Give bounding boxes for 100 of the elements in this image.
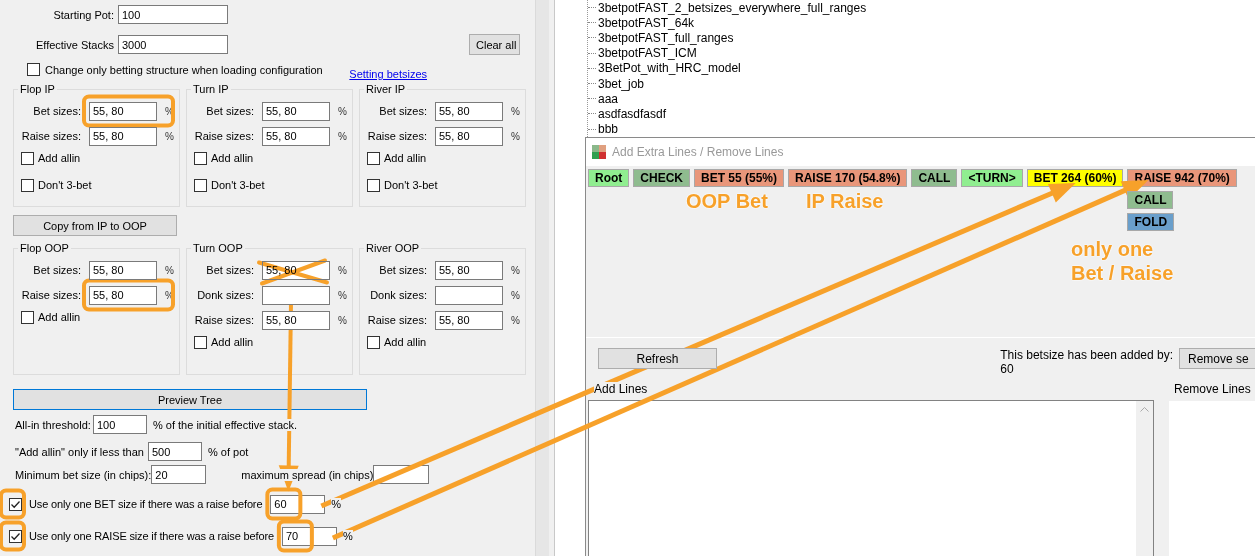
field-label: Minimum bet size (in chips): bbox=[15, 468, 152, 481]
checkbox-label: Add allin bbox=[211, 152, 254, 164]
text-field[interactable]: 3000 bbox=[118, 35, 228, 54]
tree-item[interactable]: 3betpotFAST_full_ranges bbox=[598, 30, 734, 45]
highlight-frame bbox=[265, 487, 303, 521]
text-field[interactable]: 500 bbox=[148, 442, 202, 461]
annotation-label: OOP Bet bbox=[686, 190, 768, 213]
checkbox[interactable] bbox=[21, 178, 34, 192]
text-field[interactable]: 20 bbox=[151, 465, 207, 484]
tree-item[interactable]: 3betpotFAST_2_betsizes_everywhere_full_ranges bbox=[598, 0, 867, 15]
group-title: River IP bbox=[365, 83, 407, 96]
group-title: Remove Lines bbox=[1174, 382, 1252, 396]
checkbox-label: Add allin bbox=[38, 311, 81, 323]
unit-label: % bbox=[338, 264, 347, 276]
field-label: Bet sizes: bbox=[32, 105, 82, 117]
checkbox[interactable] bbox=[367, 335, 380, 349]
info-label: This betsize has been added by: bbox=[1000, 348, 1173, 362]
text-field[interactable]: 70 bbox=[281, 526, 337, 546]
checkbox[interactable] bbox=[367, 151, 380, 165]
field-label: Bet sizes: bbox=[32, 264, 82, 276]
text-field[interactable]: 55, 80 bbox=[435, 101, 503, 121]
checkbox-label: Use only one BET size if there was a raise before bbox=[29, 498, 263, 510]
text-field[interactable]: 55, 80 bbox=[435, 310, 503, 330]
text-field[interactable] bbox=[435, 285, 503, 305]
field-label: Bet sizes: bbox=[378, 105, 428, 117]
field-label: Raise sizes: bbox=[20, 289, 82, 301]
text-field[interactable]: 55, 80 bbox=[435, 260, 503, 280]
text-field[interactable]: 55, 80 bbox=[262, 101, 330, 121]
annotation-label: only one bbox=[1071, 238, 1154, 261]
text-field[interactable]: 60 bbox=[270, 494, 326, 514]
text-field[interactable]: 55, 80 bbox=[262, 126, 330, 146]
checkbox[interactable] bbox=[367, 178, 380, 192]
tree-item[interactable]: 3bet_job bbox=[598, 76, 645, 91]
checkbox[interactable] bbox=[9, 529, 22, 543]
field-label: All-in threshold: bbox=[15, 418, 92, 431]
checkbox[interactable] bbox=[194, 335, 207, 349]
unit-label: % bbox=[338, 105, 347, 117]
field-label: Donk sizes: bbox=[369, 289, 428, 301]
annotation-label: Bet / Raise bbox=[1071, 262, 1174, 285]
unit-label: % bbox=[511, 105, 520, 117]
checkbox-label: Don't 3-bet bbox=[38, 179, 92, 191]
field-label: Bet sizes: bbox=[378, 264, 428, 276]
tree-item[interactable]: 3betpotFAST_ICM bbox=[598, 46, 697, 61]
refresh-button[interactable]: Refresh bbox=[598, 348, 717, 369]
checkbox-label: Add allin bbox=[211, 336, 254, 348]
info-value: 60 bbox=[1000, 362, 1015, 376]
remove-button[interactable]: Remove se bbox=[1179, 348, 1255, 369]
unit-label: % bbox=[511, 314, 520, 326]
group-title: Turn OOP bbox=[192, 242, 244, 255]
text-field[interactable]: 55, 80 bbox=[262, 310, 330, 330]
text-field[interactable] bbox=[262, 285, 330, 305]
field-label: "Add allin" only if less than bbox=[15, 445, 145, 458]
group-title: Flop OOP bbox=[19, 242, 70, 255]
checkbox-label: Change only betting structure when loading configuration bbox=[45, 63, 323, 76]
unit-label: % bbox=[338, 314, 347, 326]
text-field[interactable]: 55, 80 bbox=[89, 285, 157, 305]
unit-label: % bbox=[338, 289, 347, 301]
checkbox-label: Don't 3-bet bbox=[384, 179, 438, 191]
field-label: Effective Stacks bbox=[34, 38, 115, 51]
field-label: Raise sizes: bbox=[20, 130, 82, 142]
unit-label: % bbox=[338, 130, 347, 142]
tree-item[interactable]: aaa bbox=[598, 91, 619, 106]
group-title: Turn IP bbox=[192, 83, 230, 96]
unit-label: % bbox=[342, 530, 353, 542]
checkbox[interactable] bbox=[21, 310, 34, 324]
text-field[interactable]: 55, 80 bbox=[89, 260, 157, 280]
tree-item[interactable]: bbb bbox=[598, 122, 619, 137]
copy-button[interactable]: Copy from IP to OOP bbox=[13, 215, 177, 236]
field-label: Raise sizes: bbox=[193, 314, 255, 326]
checkbox-label: Add allin bbox=[384, 152, 427, 164]
highlight-frame bbox=[276, 519, 314, 553]
tree-item[interactable]: asdfasdfasdf bbox=[598, 106, 667, 121]
text-field[interactable]: 55, 80 bbox=[435, 126, 503, 146]
checkbox[interactable] bbox=[27, 63, 40, 76]
checkbox-label: Don't 3-bet bbox=[211, 179, 265, 191]
field-label: Bet sizes: bbox=[205, 105, 255, 117]
field-label: maximum spread (in chips) bbox=[241, 468, 374, 481]
highlight-frame bbox=[0, 520, 26, 552]
text-field[interactable]: 55, 80 bbox=[89, 101, 157, 121]
tree-item[interactable]: 3BetPot_with_HRC_model bbox=[598, 61, 741, 76]
checkbox[interactable] bbox=[194, 151, 207, 165]
text-field[interactable]: 100 bbox=[118, 5, 228, 24]
help-link[interactable]: Setting betsizes bbox=[349, 68, 427, 80]
unit-label: % bbox=[165, 130, 174, 142]
field-label: Bet sizes: bbox=[205, 264, 255, 276]
checkbox[interactable] bbox=[21, 151, 34, 165]
highlight-frame bbox=[0, 488, 26, 520]
scrollbar[interactable] bbox=[535, 0, 549, 556]
scrollbar[interactable] bbox=[1136, 401, 1153, 556]
field-label: Starting Pot: bbox=[52, 8, 115, 21]
text-field[interactable]: 100 bbox=[93, 415, 147, 434]
checkbox[interactable] bbox=[194, 178, 207, 192]
tree-item[interactable]: 3betpotFAST_64k bbox=[598, 15, 695, 30]
clear-all-button[interactable]: Clear all bbox=[469, 34, 520, 55]
preview-tree-button[interactable]: Preview Tree bbox=[13, 389, 367, 410]
checkbox-label: Add allin bbox=[38, 152, 81, 164]
group-title: Flop IP bbox=[19, 83, 56, 96]
group-title: River OOP bbox=[365, 242, 421, 255]
checkbox[interactable] bbox=[9, 497, 22, 511]
field-suffix: % of pot bbox=[208, 445, 249, 458]
